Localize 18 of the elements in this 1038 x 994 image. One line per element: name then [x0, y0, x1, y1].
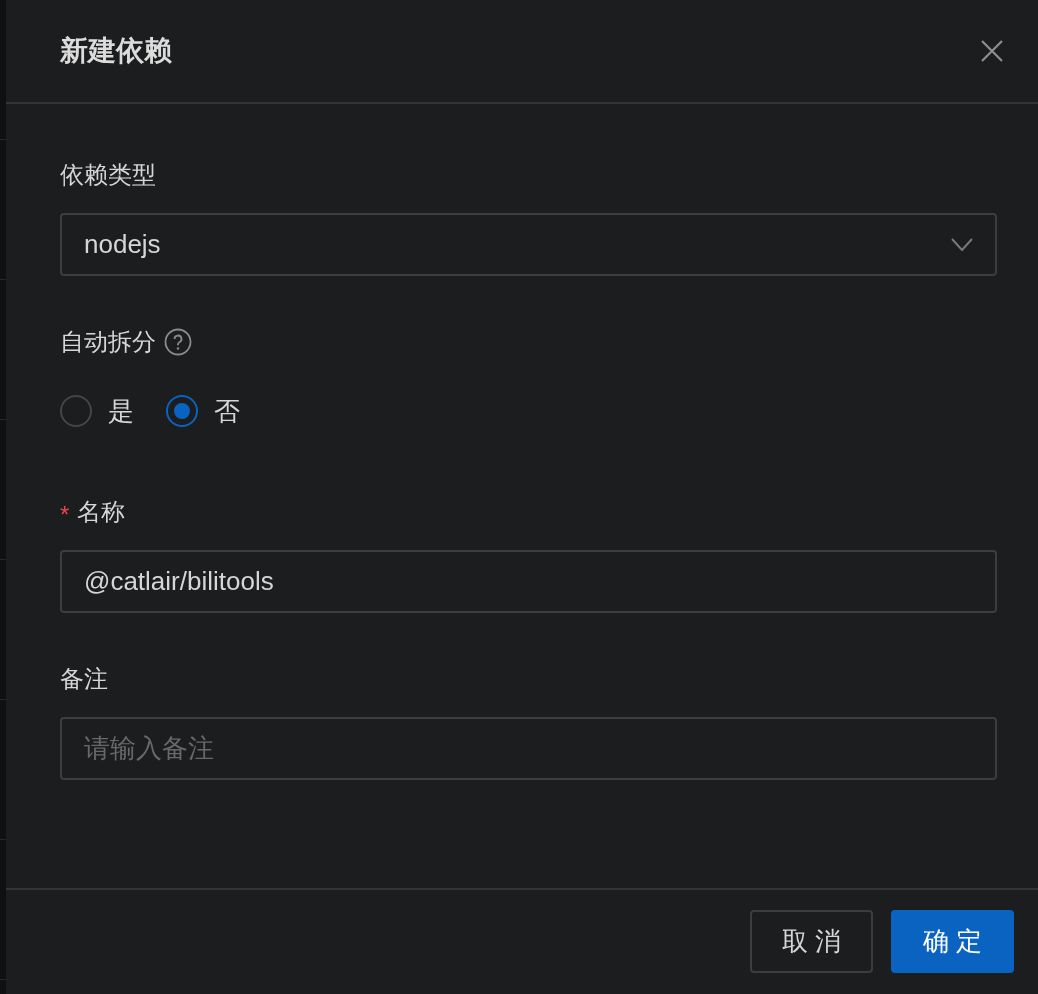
radio-option[interactable]: 否 — [166, 393, 240, 429]
field-label: 自动拆分 — [60, 327, 156, 357]
confirm-button[interactable]: 确 定 — [890, 910, 1014, 973]
field-label: 名称 — [77, 497, 126, 527]
text-field[interactable]: 请输入备注 — [60, 717, 997, 780]
field-label: 备注 — [60, 664, 108, 694]
chevron-down-icon — [951, 237, 973, 252]
radio-button[interactable] — [166, 395, 198, 427]
required-asterisk: * — [60, 503, 70, 527]
radio-option[interactable]: 是 — [60, 393, 134, 429]
type-select[interactable]: nodejs — [60, 213, 997, 276]
radio-button[interactable] — [60, 395, 92, 427]
field-label: 依赖类型 — [60, 160, 156, 190]
dialog-title: 新建依赖 — [60, 34, 172, 68]
text-field[interactable]: @catlair/bilitools — [60, 550, 997, 613]
close-icon[interactable] — [980, 39, 1004, 63]
help-icon[interactable] — [164, 328, 192, 356]
cancel-button[interactable]: 取 消 — [749, 910, 873, 973]
